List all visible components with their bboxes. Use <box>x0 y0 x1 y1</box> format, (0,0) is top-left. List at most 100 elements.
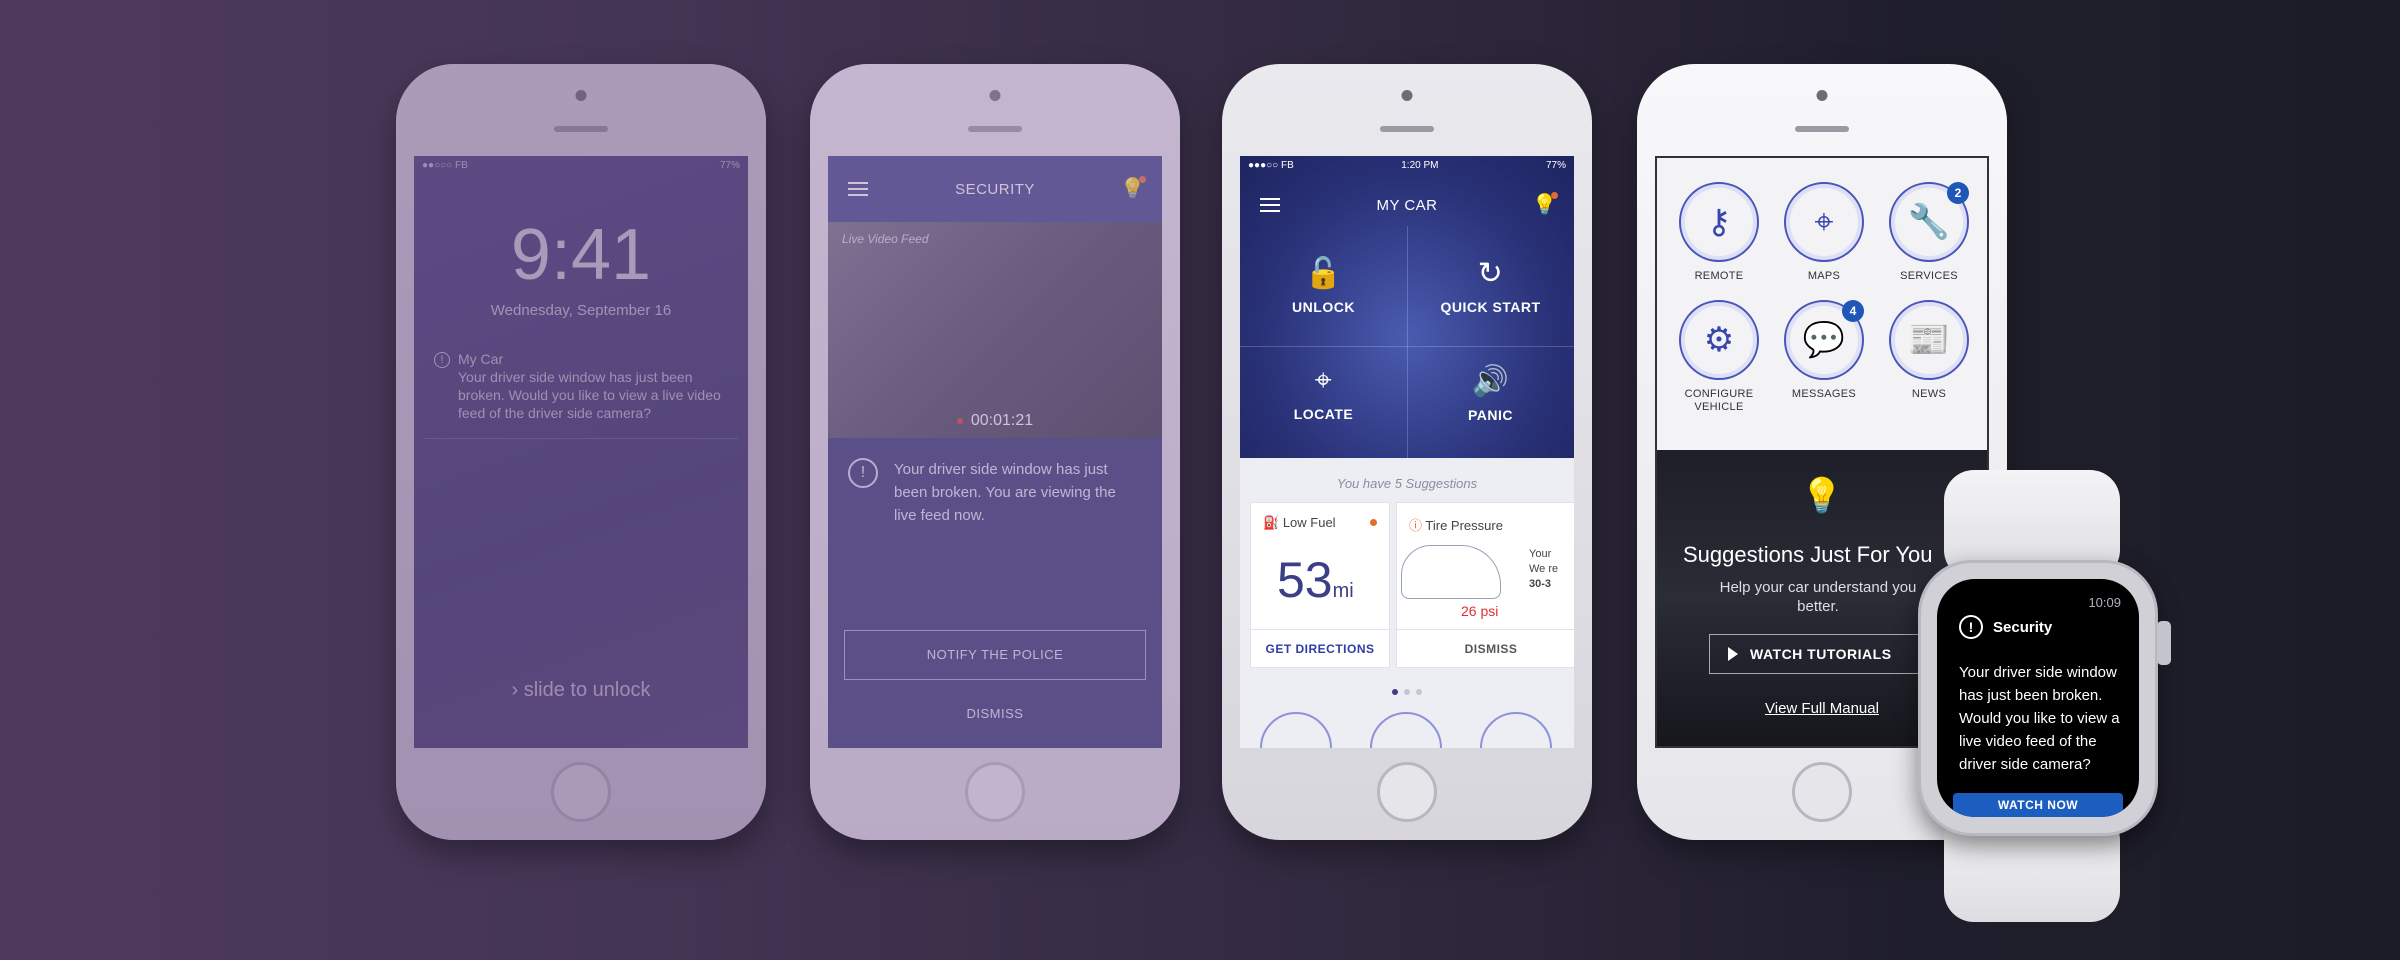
card-title: ⛽ Low Fuel <box>1263 515 1336 531</box>
wrench-icon: 🔧 2 <box>1889 182 1969 262</box>
chat-bubble-icon: 💬 4 <box>1784 300 1864 380</box>
tile-maps[interactable]: ⌖ MAPS <box>1774 182 1874 283</box>
watch-now-button[interactable]: WATCH NOW <box>1953 793 2123 817</box>
notification-badge: 2 <box>1947 182 1969 204</box>
tile-news[interactable]: 📰 NEWS <box>1879 300 1979 401</box>
lock-icon: 🔓 <box>1304 257 1343 290</box>
suggestions-heading: Suggestions Just For You <box>1683 542 1933 567</box>
lock-time: 9:41 <box>510 215 652 295</box>
notify-police-button[interactable]: NOTIFY THE POLICE <box>844 630 1146 680</box>
tile-glyph: ⚙ <box>1703 321 1735 359</box>
dismiss-button[interactable]: DISMISS <box>1397 629 1574 667</box>
lock-notification[interactable]: ! My Car Your driver side window has jus… <box>424 340 738 439</box>
page-dot <box>1404 689 1410 695</box>
tile-glyph: 📰 <box>1907 321 1951 359</box>
status-time: 1:20 PM <box>1401 160 1439 171</box>
fuel-range: 53mi <box>1277 551 1354 609</box>
action-label: UNLOCK <box>1292 299 1355 315</box>
tile-label: SERVICES <box>1900 270 1958 282</box>
tire-note-2: We re <box>1529 563 1559 575</box>
lock-screen: ●●○○○ FB 77% 9:41 Wednesday, September 1… <box>414 156 748 748</box>
tile-remote[interactable]: ⚷ REMOTE <box>1669 182 1769 283</box>
unlock-button[interactable]: 🔓 UNLOCK <box>1240 256 1407 366</box>
video-timer: 00:01:21 <box>828 412 1162 430</box>
fuel-title: Low Fuel <box>1282 515 1336 530</box>
get-directions-button[interactable]: GET DIRECTIONS <box>1251 629 1389 667</box>
tile-glyph: ⚷ <box>1706 203 1732 241</box>
alert-icon: ! <box>1959 615 1983 639</box>
page-dot <box>1416 689 1422 695</box>
digital-crown[interactable] <box>2157 621 2171 665</box>
menu-icon[interactable] <box>848 182 868 196</box>
front-camera <box>989 90 1001 101</box>
tile-peek <box>1480 712 1552 748</box>
view-manual-link[interactable]: View Full Manual <box>1765 700 1879 717</box>
tire-psi: 26 psi <box>1461 603 1499 619</box>
watch-message: Your driver side window has just been br… <box>1959 664 2120 773</box>
home-button[interactable] <box>1792 762 1852 822</box>
home-button[interactable] <box>551 762 611 822</box>
earpiece <box>968 126 1022 132</box>
page-dot <box>1392 689 1398 695</box>
lightbulb-icon[interactable]: 💡 <box>1120 176 1146 202</box>
tile-glyph: 💬 <box>1802 321 1846 359</box>
tile-glyph: ⌖ <box>1814 202 1834 241</box>
tile-label: CONFIGURE VEHICLE <box>1684 388 1754 413</box>
lightbulb-icon[interactable]: 💡 <box>1532 192 1558 218</box>
locate-button[interactable]: ⌖ LOCATE <box>1240 364 1407 474</box>
slide-to-unlock[interactable]: › slide to unlock <box>414 679 748 702</box>
fuel-pump-icon: ⛽ <box>1263 515 1280 530</box>
gear-icon: ⚙ <box>1679 300 1759 380</box>
notification-badge: 4 <box>1842 300 1864 322</box>
refresh-icon: ↻ <box>1477 257 1504 290</box>
page-indicator <box>1240 682 1574 700</box>
tile-label: NEWS <box>1911 388 1947 400</box>
chevron-right-icon: › <box>511 679 519 701</box>
panic-button[interactable]: 🔊 PANIC <box>1407 364 1574 474</box>
status-bar: ●●○○○ FB 77% <box>422 160 740 171</box>
watch-tutorials-button[interactable]: WATCH TUTORIALS <box>1709 634 1919 674</box>
speaker-icon: 🔊 <box>1471 365 1510 398</box>
home-button[interactable] <box>965 762 1025 822</box>
fuel-value: 53 <box>1277 552 1333 608</box>
front-camera <box>1816 90 1828 101</box>
tire-title: Tire Pressure <box>1425 518 1503 533</box>
video-label: Live Video Feed <box>842 232 929 246</box>
lock-date: Wednesday, September 16 <box>490 302 672 319</box>
tile-messages[interactable]: 💬 4 MESSAGES <box>1774 300 1874 401</box>
status-bar: ●●●○○ FB 1:20 PM 77% <box>1248 160 1566 171</box>
earpiece <box>1795 126 1849 132</box>
page-title: MY CAR <box>1376 196 1438 214</box>
alert-icon: ! <box>434 352 450 368</box>
tile-label: MAPS <box>1807 270 1841 282</box>
my-car-screen: ●●●○○ FB 1:20 PM 77% MY CAR 💡 🔓 UNLOCK ↻… <box>1240 156 1574 748</box>
slide-label: slide to unlock <box>523 679 651 701</box>
tile-glyph: 🔧 <box>1907 203 1951 241</box>
front-camera <box>1401 90 1413 101</box>
tire-note: Your We re 30-3 <box>1529 547 1558 592</box>
tile-label: REMOTE <box>1694 270 1744 282</box>
lightbulb-icon: 💡 <box>1800 477 1844 515</box>
menu-icon[interactable] <box>1260 198 1280 212</box>
tile-configure-vehicle[interactable]: ⚙ CONFIGURE VEHICLE <box>1669 300 1769 414</box>
battery-level: 77% <box>1545 160 1566 171</box>
battery-level: 77% <box>719 160 740 171</box>
card-title: ⓘ Tire Pressure <box>1409 515 1503 534</box>
dismiss-button[interactable]: DISMISS <box>828 706 1162 721</box>
home-button[interactable] <box>1377 762 1437 822</box>
live-video-feed[interactable]: Live Video Feed 00:01:21 <box>828 222 1162 438</box>
location-pin-icon: ⌖ <box>1314 364 1333 397</box>
suggestions-count: You have 5 Suggestions <box>1336 476 1478 491</box>
tire-pressure-card[interactable]: ⓘ Tire Pressure 26 psi Your We re 30-3 D… <box>1396 502 1574 668</box>
warning-icon: ⓘ <box>1409 518 1423 533</box>
phone-security: SECURITY 💡 Live Video Feed 00:01:21 ! Yo… <box>810 64 1180 840</box>
quick-start-button[interactable]: ↻ QUICK START <box>1407 256 1574 366</box>
tile-services[interactable]: 🔧 2 SERVICES <box>1879 182 1979 283</box>
watch-header: ! Security <box>1959 615 2052 639</box>
low-fuel-card[interactable]: ⛽ Low Fuel 53mi GET DIRECTIONS <box>1250 502 1390 668</box>
watch-time: 10:09 <box>2088 595 2121 610</box>
tile-label: MESSAGES <box>1791 388 1857 400</box>
suggestions-subtitle: Help your car understand you better. <box>1719 579 1917 615</box>
watch-title: Security <box>1993 619 2053 636</box>
smartwatch: 10:09 ! Security Your driver side window … <box>1918 560 2171 836</box>
